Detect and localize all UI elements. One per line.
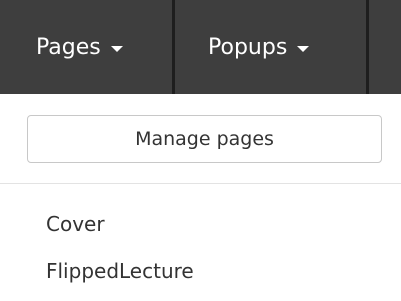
page-item-cover[interactable]: Cover — [0, 200, 401, 247]
tab-popups[interactable]: Popups — [175, 0, 369, 94]
page-item-flippedlecture[interactable]: FlippedLecture — [0, 247, 401, 294]
tab-pages[interactable]: Pages — [0, 0, 175, 94]
page-list: Cover FlippedLecture — [0, 200, 401, 294]
tab-overflow — [369, 0, 401, 94]
tab-pages-label: Pages — [36, 34, 101, 60]
manage-pages-button[interactable]: Manage pages — [27, 115, 382, 163]
top-nav-bar: Pages Popups — [0, 0, 401, 94]
caret-down-icon — [110, 45, 123, 52]
divider — [0, 183, 401, 184]
tab-popups-label: Popups — [208, 34, 288, 60]
caret-down-icon — [297, 45, 310, 52]
